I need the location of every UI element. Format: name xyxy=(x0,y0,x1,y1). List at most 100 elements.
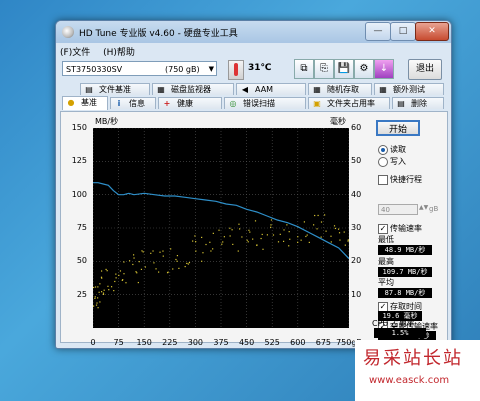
tab-disk-monitor[interactable]: ▦ 磁盘监视器 xyxy=(152,83,234,95)
access-time-point xyxy=(138,261,140,263)
short-stroke-input[interactable]: 40 xyxy=(378,204,418,215)
x-tick-label: 300 xyxy=(187,338,204,347)
tab-erase[interactable]: ▤ 删除 xyxy=(392,97,444,109)
tab-extra-tests[interactable]: ▦ 额外测试 xyxy=(374,83,444,95)
access-time-point xyxy=(205,243,207,246)
drive-select[interactable]: ST3750330SV (750 gB) ▼ xyxy=(62,61,217,76)
access-time-point xyxy=(178,267,180,270)
short-stroke-checkbox[interactable] xyxy=(378,175,388,185)
minimize-button[interactable]: — xyxy=(365,22,391,41)
access-time-point xyxy=(308,241,310,244)
access-time-point xyxy=(344,244,346,246)
save-button[interactable]: 💾 xyxy=(334,59,354,79)
access-time-point xyxy=(105,268,107,271)
info-icon: i xyxy=(117,99,121,108)
access-time-point xyxy=(288,231,290,233)
y-tick-label: 25 xyxy=(76,289,87,299)
access-time-point xyxy=(166,272,169,274)
access-time-point xyxy=(210,250,212,252)
access-time-point xyxy=(339,239,341,241)
access-time-point xyxy=(261,233,263,236)
access-time-point xyxy=(94,297,96,300)
exit-button[interactable]: 退出 xyxy=(408,59,442,80)
access-time-point xyxy=(325,230,327,232)
close-button[interactable]: ✕ xyxy=(415,22,449,41)
access-time-point xyxy=(108,289,110,291)
x-tick-label: 525 xyxy=(264,338,280,347)
x-tick-label: 675 xyxy=(315,338,332,347)
y-tick-label: 150 xyxy=(71,123,87,132)
access-time-point xyxy=(212,248,214,250)
access-time-point xyxy=(114,280,116,283)
access-time-point xyxy=(125,282,127,284)
copy-info-icon: ⧉ xyxy=(300,63,308,74)
access-time-point xyxy=(347,239,349,241)
start-button[interactable]: 开始 xyxy=(376,120,420,136)
menu-help[interactable]: (H)帮助 xyxy=(103,48,135,58)
tab-label: 错误扫描 xyxy=(243,99,275,108)
access-time-point xyxy=(100,270,103,272)
access-time-point xyxy=(270,226,272,228)
access-time-point xyxy=(256,244,258,246)
access-time-point xyxy=(192,240,194,242)
access-time-point xyxy=(194,235,196,237)
download-icon: ↓ xyxy=(379,63,389,74)
access-time-point xyxy=(218,229,220,231)
access-time-point xyxy=(283,229,285,231)
y2-tick-label: 50 xyxy=(351,156,362,166)
options-button[interactable]: ⚙ xyxy=(354,59,374,79)
access-time-point xyxy=(176,255,179,257)
avg-value: 87.8 MB/秒 xyxy=(378,288,432,298)
access-time-point xyxy=(99,283,101,285)
y2-tick-label: 10 xyxy=(351,289,362,299)
access-time-point xyxy=(107,285,109,287)
read-radio[interactable] xyxy=(378,145,388,155)
tab-folder-usage[interactable]: ▣ 文件夹占用率 xyxy=(308,97,390,109)
copy-info-button[interactable]: ⧉ xyxy=(294,59,314,79)
access-time-point xyxy=(270,224,272,226)
copy-text-icon: ⎘ xyxy=(320,63,328,74)
write-radio[interactable] xyxy=(378,157,388,167)
copy-text-button[interactable]: ⎘ xyxy=(314,59,334,79)
download-button[interactable]: ↓ xyxy=(374,59,394,79)
tab-file-benchmark[interactable]: ▤ 文件基准 xyxy=(80,83,150,95)
access-time-point xyxy=(123,273,125,275)
tab-benchmark[interactable]: ● 基准 xyxy=(62,96,108,110)
watermark: 易采站长站 www.easck.com xyxy=(355,340,480,401)
app-window: HD Tune 专业版 v4.60 - 硬盘专业工具 — □ ✕ (F)文件 (… xyxy=(55,20,452,349)
access-time-point xyxy=(246,239,248,241)
access-time-point xyxy=(334,227,337,230)
access-time-point xyxy=(140,268,143,270)
transfer-rate-checkbox[interactable]: ✓ xyxy=(378,224,388,234)
access-time-point xyxy=(320,236,322,238)
x-tick-label: 600 xyxy=(290,338,306,347)
tab-info[interactable]: i 信息 xyxy=(110,97,156,109)
access-time-point xyxy=(187,263,189,265)
access-time-point xyxy=(248,229,250,231)
avg-label: 平均 xyxy=(378,278,394,287)
access-time-point xyxy=(153,262,155,264)
tab-health[interactable]: + 健康 xyxy=(158,97,222,109)
access-time-point xyxy=(159,251,161,253)
access-time-point xyxy=(279,233,281,235)
menu-file[interactable]: (F)文件 xyxy=(60,48,90,58)
x-tick-label: 450 xyxy=(238,338,255,347)
tab-error-scan[interactable]: ◎ 错误扫描 xyxy=(224,97,306,109)
maximize-button[interactable]: □ xyxy=(390,22,416,41)
spinner-arrows-icon[interactable]: ▲▼ xyxy=(419,204,428,215)
tab-random-access[interactable]: ▦ 随机存取 xyxy=(308,83,372,95)
title-bar[interactable]: HD Tune 专业版 v4.60 - 硬盘专业工具 — □ ✕ xyxy=(56,21,451,43)
access-time-point xyxy=(123,261,125,263)
access-time-point xyxy=(186,262,188,265)
options-icon: ⚙ xyxy=(359,63,369,74)
access-time-point xyxy=(170,248,172,250)
tab-aam[interactable]: ◀ AAM xyxy=(236,83,306,95)
access-time-point xyxy=(97,297,99,299)
access-time-point xyxy=(221,243,223,245)
access-time-point xyxy=(277,241,280,243)
read-label: 读取 xyxy=(390,145,406,154)
access-time-point xyxy=(330,235,332,237)
max-label: 最高 xyxy=(378,257,394,266)
access-time-point xyxy=(260,237,262,240)
access-time-point xyxy=(96,302,98,304)
